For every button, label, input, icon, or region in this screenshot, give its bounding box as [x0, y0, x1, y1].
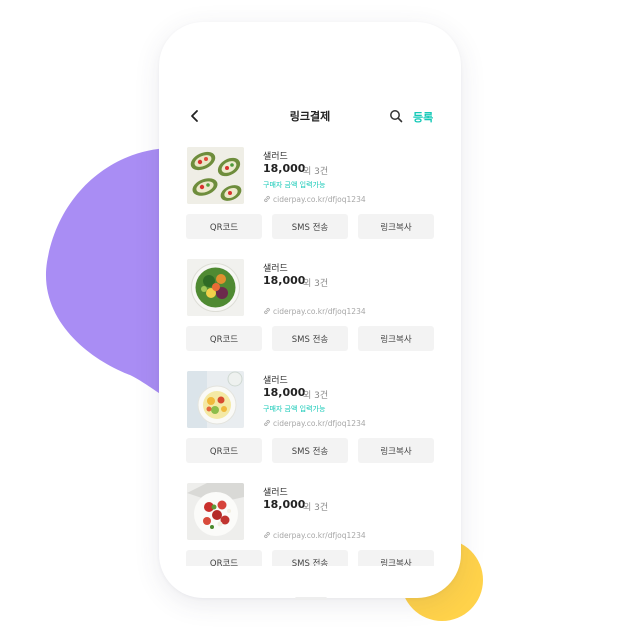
payment-link[interactable]: ciderpay.co.kr/dfjoq1234: [263, 307, 366, 316]
link-icon: [264, 419, 270, 427]
product-thumbnail: [187, 371, 244, 428]
list-item: 샐러드 18,000 외 3건 ciderpay.co.kr/dfjoq1234…: [159, 481, 461, 566]
product-name: 샐러드: [263, 152, 288, 162]
search-icon: [390, 110, 403, 123]
payment-link-text: ciderpay.co.kr/dfjoq1234: [273, 195, 366, 204]
link-icon: [264, 531, 270, 539]
product-price: 18,000: [263, 386, 306, 399]
list-item: 샐러드 18,000 외 3건 구매자 금액 입력가능 ciderpay.co.…: [159, 369, 461, 480]
payment-link-text: ciderpay.co.kr/dfjoq1234: [273, 531, 366, 540]
product-name: 샐러드: [263, 488, 288, 498]
product-thumbnail: [187, 483, 244, 540]
product-extra-count: 외 3건: [303, 391, 329, 401]
product-extra-count: 외 3건: [303, 503, 329, 513]
payment-link-text: ciderpay.co.kr/dfjoq1234: [273, 307, 366, 316]
payment-link-text: ciderpay.co.kr/dfjoq1234: [273, 419, 366, 428]
sms-send-button[interactable]: SMS 전송: [272, 438, 348, 463]
sms-send-button[interactable]: SMS 전송: [272, 214, 348, 239]
app-header: 링크결제 등록: [159, 104, 461, 128]
payment-link[interactable]: ciderpay.co.kr/dfjoq1234: [263, 531, 366, 540]
sms-send-button[interactable]: SMS 전송: [272, 550, 348, 566]
product-price: 18,000: [263, 162, 306, 175]
product-price: 18,000: [263, 498, 306, 511]
product-thumbnail: [187, 259, 244, 316]
list-item: 샐러드 18,000 외 3건 ciderpay.co.kr/dfjoq1234…: [159, 257, 461, 368]
register-button[interactable]: 등록: [413, 109, 433, 125]
list-item: 샐러드 18,000 외 3건 구매자 금액 입력가능 ciderpay.co.…: [159, 145, 461, 256]
qr-code-button[interactable]: QR코드: [186, 326, 262, 351]
link-payment-list: 샐러드 18,000 외 3건 구매자 금액 입력가능 ciderpay.co.…: [159, 145, 461, 566]
product-thumbnail: [187, 147, 244, 204]
product-extra-count: 외 3건: [303, 167, 329, 177]
sms-send-button[interactable]: SMS 전송: [272, 326, 348, 351]
copy-link-button[interactable]: 링크복사: [358, 326, 434, 351]
payment-link[interactable]: ciderpay.co.kr/dfjoq1234: [263, 195, 366, 204]
product-name: 샐러드: [263, 376, 288, 386]
qr-code-button[interactable]: QR코드: [186, 550, 262, 566]
qr-code-button[interactable]: QR코드: [186, 214, 262, 239]
copy-link-button[interactable]: 링크복사: [358, 214, 434, 239]
link-icon: [264, 307, 270, 315]
product-price: 18,000: [263, 274, 306, 287]
custom-amount-note: 구매자 금액 입력가능: [263, 181, 326, 189]
product-name: 샐러드: [263, 264, 288, 274]
copy-link-button[interactable]: 링크복사: [358, 438, 434, 463]
phone-frame: 링크결제 등록 샐러드 18,000 외 3건 구매자 금액 입력가능 cide…: [159, 22, 461, 598]
custom-amount-note: 구매자 금액 입력가능: [263, 405, 326, 413]
link-icon: [264, 195, 270, 203]
home-indicator: [295, 597, 327, 600]
qr-code-button[interactable]: QR코드: [186, 438, 262, 463]
search-button[interactable]: [388, 108, 404, 124]
payment-link[interactable]: ciderpay.co.kr/dfjoq1234: [263, 419, 366, 428]
copy-link-button[interactable]: 링크복사: [358, 550, 434, 566]
product-extra-count: 외 3건: [303, 279, 329, 289]
